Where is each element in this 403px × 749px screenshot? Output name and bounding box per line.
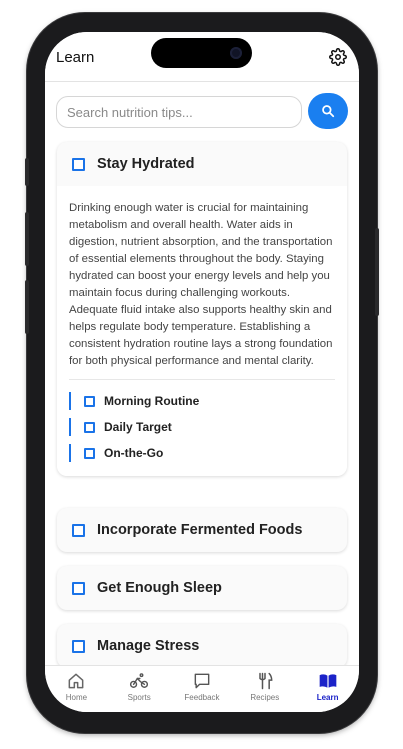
tab-label: Feedback [184, 693, 220, 702]
side-button-action [25, 158, 29, 186]
app-screen: Learn Stay Hydrated Drinking enough wate… [45, 32, 359, 712]
tab-recipes[interactable]: Recipes [233, 666, 296, 712]
subtopic-item[interactable]: Morning Routine [69, 388, 335, 414]
subtopic-indicator [69, 392, 71, 410]
topic-body: Drinking enough water is crucial for mai… [57, 186, 347, 476]
topic-checkbox[interactable] [72, 157, 85, 171]
topic-title: Get Enough Sleep [97, 580, 222, 596]
tab-home[interactable]: Home [45, 666, 108, 712]
search-icon [322, 105, 335, 118]
subtopic-item[interactable]: Daily Target [69, 414, 335, 440]
subtopic-label: On-the-Go [104, 446, 164, 460]
topic-card-stay-hydrated: Stay Hydrated Drinking enough water is c… [57, 142, 347, 476]
subtopic-checkbox[interactable] [84, 421, 95, 433]
subtopic-checkbox[interactable] [84, 395, 95, 407]
search-bar [56, 93, 348, 131]
tab-learn[interactable]: Learn [296, 666, 359, 712]
subtopic-checkbox[interactable] [84, 447, 95, 459]
topic-header[interactable]: Manage Stress [57, 624, 347, 665]
topic-header[interactable]: Incorporate Fermented Foods [57, 508, 347, 552]
topic-checkbox[interactable] [72, 581, 85, 595]
chat-icon [194, 673, 210, 689]
topic-title: Incorporate Fermented Foods [97, 522, 303, 538]
topic-header[interactable]: Stay Hydrated [57, 142, 347, 186]
subtopic-label: Daily Target [104, 420, 172, 434]
bicycle-icon [130, 673, 149, 688]
topic-description: Drinking enough water is crucial for mai… [69, 202, 333, 367]
side-button-volume-up [25, 212, 29, 266]
topic-title: Manage Stress [97, 638, 200, 654]
divider [69, 379, 335, 380]
subtopic-label: Morning Routine [104, 394, 200, 408]
learn-content[interactable]: Stay Hydrated Drinking enough water is c… [45, 82, 359, 665]
tab-feedback[interactable]: Feedback [171, 666, 234, 712]
side-button-volume-down [25, 280, 29, 334]
topic-card-stress[interactable]: Manage Stress [57, 624, 347, 665]
subtopic-indicator [69, 444, 71, 462]
tab-label: Home [65, 693, 88, 702]
topic-checkbox[interactable] [72, 523, 85, 537]
book-icon [319, 674, 336, 688]
home-icon [68, 673, 84, 689]
camera-icon [230, 47, 242, 59]
dynamic-island [151, 38, 252, 68]
topic-header[interactable]: Get Enough Sleep [57, 566, 347, 610]
topic-card-fermented-foods[interactable]: Incorporate Fermented Foods [57, 508, 347, 552]
topic-checkbox[interactable] [72, 639, 85, 653]
tab-label: Recipes [250, 693, 280, 702]
tab-label: Learn [316, 693, 339, 702]
tab-sports[interactable]: Sports [108, 666, 171, 712]
topic-card-sleep[interactable]: Get Enough Sleep [57, 566, 347, 610]
utensils-icon [259, 672, 273, 690]
tab-label: Sports [127, 693, 151, 702]
gear-icon[interactable] [329, 48, 347, 66]
tab-bar: Home Sports Feedback Recipes Learn [45, 665, 359, 712]
page-title: Learn [56, 49, 95, 66]
subtopic-item[interactable]: On-the-Go [69, 440, 335, 466]
side-button-power [375, 228, 379, 316]
topic-title: Stay Hydrated [97, 156, 195, 172]
subtopic-indicator [69, 418, 71, 436]
search-button[interactable] [308, 93, 348, 129]
search-input[interactable] [56, 96, 302, 128]
